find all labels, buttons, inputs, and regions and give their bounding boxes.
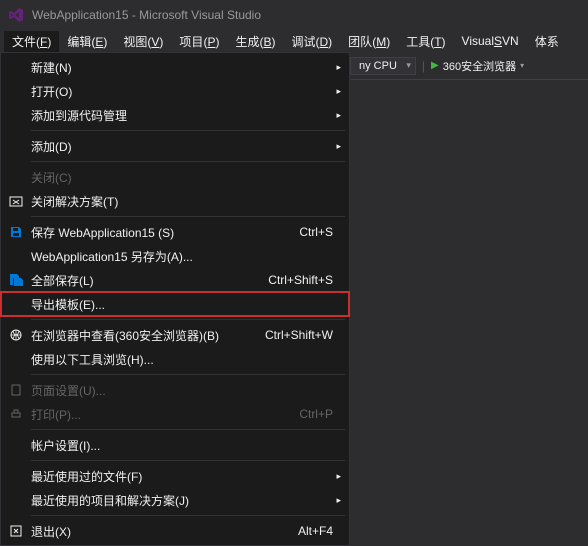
titlebar: WebApplication15 - Microsoft Visual Stud… <box>0 0 588 30</box>
run-button[interactable]: ▶ 360安全浏览器 ▾ <box>431 58 524 74</box>
menubar: 文件(F) 编辑(E) 视图(V) 项目(P) 生成(B) 调试(D) 团队(M… <box>0 30 588 52</box>
browser-icon <box>5 328 27 342</box>
menu-export-template[interactable]: 导出模板(E)... <box>1 292 349 316</box>
menu-browse-with[interactable]: 使用以下工具浏览(H)... <box>1 347 349 371</box>
menu-account[interactable]: 帐户设置(I)... <box>1 433 349 457</box>
menu-add[interactable]: 添加(D) ▸ <box>1 134 349 158</box>
file-dropdown-menu: 新建(N) ▸ 打开(O) ▸ 添加到源代码管理 ▸ 添加(D) ▸ 关闭(C)… <box>0 52 350 546</box>
separator <box>31 216 345 217</box>
editor-area <box>350 80 588 500</box>
menu-arch[interactable]: 体系 <box>527 31 567 52</box>
menu-team[interactable]: 团队(M) <box>340 31 398 52</box>
menu-project[interactable]: 项目(P) <box>171 31 227 52</box>
menu-exit[interactable]: 退出(X) Alt+F4 <box>1 519 349 543</box>
menu-save-all[interactable]: 全部保存(L) Ctrl+Shift+S <box>1 268 349 292</box>
separator <box>31 374 345 375</box>
separator <box>31 515 345 516</box>
chevron-right-icon: ▸ <box>331 141 341 152</box>
save-all-icon <box>5 273 27 287</box>
exit-icon <box>5 524 27 538</box>
separator <box>31 319 345 320</box>
menu-page-setup: 页面设置(U)... <box>1 378 349 402</box>
chevron-down-icon: ▾ <box>520 61 524 70</box>
window-title: WebApplication15 - Microsoft Visual Stud… <box>32 8 261 22</box>
menu-build[interactable]: 生成(B) <box>227 31 283 52</box>
menu-print: 打印(P)... Ctrl+P <box>1 402 349 426</box>
vs-logo-icon <box>8 7 24 23</box>
menu-tools[interactable]: 工具(T) <box>398 31 453 52</box>
menu-close: 关闭(C) <box>1 165 349 189</box>
chevron-right-icon: ▸ <box>331 62 341 73</box>
save-icon <box>5 225 27 239</box>
menu-new[interactable]: 新建(N) ▸ <box>1 55 349 79</box>
menu-file[interactable]: 文件(F) <box>4 31 59 52</box>
play-icon: ▶ <box>431 60 439 71</box>
chevron-right-icon: ▸ <box>331 86 341 97</box>
menu-open[interactable]: 打开(O) ▸ <box>1 79 349 103</box>
menu-add-source[interactable]: 添加到源代码管理 ▸ <box>1 103 349 127</box>
menu-debug[interactable]: 调试(D) <box>283 31 340 52</box>
separator <box>31 130 345 131</box>
menu-recent-files[interactable]: 最近使用过的文件(F) ▸ <box>1 464 349 488</box>
menu-save-as[interactable]: WebApplication15 另存为(A)... <box>1 244 349 268</box>
menu-browse[interactable]: 在浏览器中查看(360安全浏览器)(B) Ctrl+Shift+W <box>1 323 349 347</box>
cpu-selector[interactable]: ny CPU <box>350 57 416 75</box>
chevron-right-icon: ▸ <box>331 471 341 482</box>
separator <box>31 460 345 461</box>
menu-recent-projects[interactable]: 最近使用的项目和解决方案(J) ▸ <box>1 488 349 512</box>
menu-edit[interactable]: 编辑(E) <box>59 31 115 52</box>
menu-close-solution[interactable]: 关闭解决方案(T) <box>1 189 349 213</box>
menu-view[interactable]: 视图(V) <box>115 31 171 52</box>
chevron-right-icon: ▸ <box>331 495 341 506</box>
menu-save[interactable]: 保存 WebApplication15 (S) Ctrl+S <box>1 220 349 244</box>
chevron-right-icon: ▸ <box>331 110 341 121</box>
print-icon <box>5 407 27 421</box>
run-label: 360安全浏览器 <box>443 58 516 74</box>
separator <box>31 161 345 162</box>
menu-visualsvn[interactable]: VisualSVN <box>454 32 527 50</box>
page-setup-icon <box>5 383 27 397</box>
separator <box>31 429 345 430</box>
close-solution-icon <box>5 194 27 208</box>
